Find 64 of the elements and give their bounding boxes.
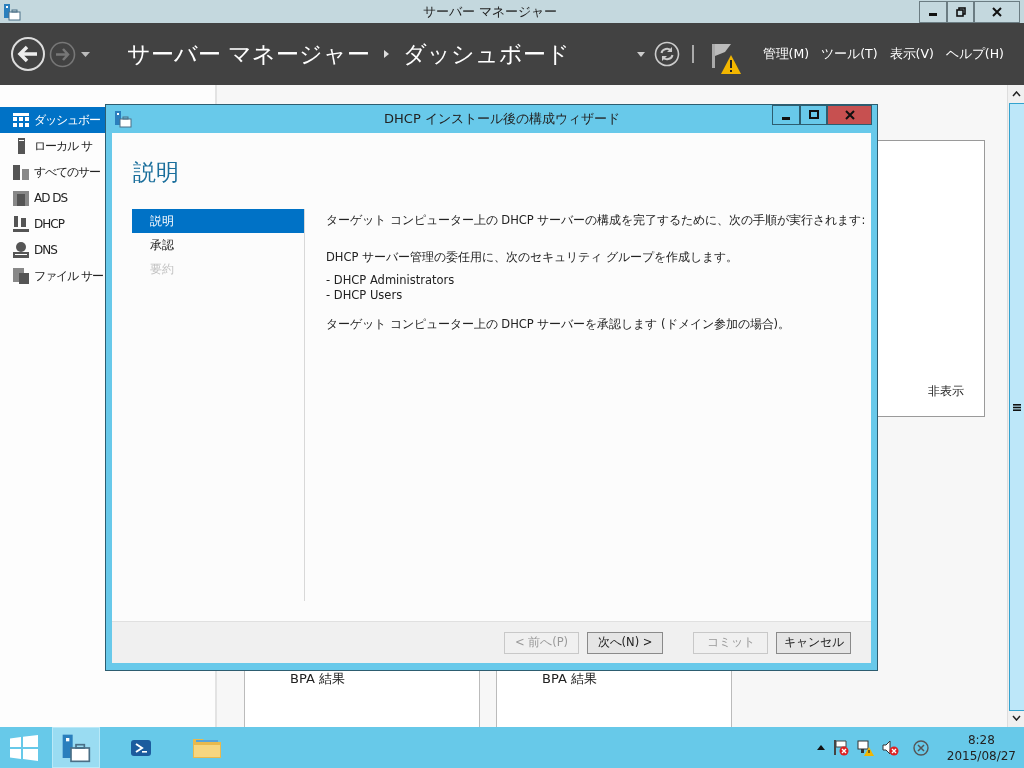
minimize-button[interactable] xyxy=(919,0,947,23)
server-manager-icon xyxy=(114,110,132,128)
sidebar-item[interactable]: AD DS xyxy=(0,185,105,211)
window-title: サーバー マネージャー xyxy=(421,2,559,21)
sidebar-item[interactable]: DHCP xyxy=(0,211,105,237)
scrollbar[interactable] xyxy=(1007,85,1024,727)
dropdown-caret-icon[interactable] xyxy=(636,51,645,57)
show-hidden-icon[interactable] xyxy=(816,745,825,750)
sidebar-item[interactable]: DNS xyxy=(0,237,105,263)
grip-icon xyxy=(1012,403,1021,411)
grid-icon xyxy=(13,112,29,128)
list-item: - DHCP Users xyxy=(326,287,404,303)
breadcrumb-arrow-icon xyxy=(384,50,390,58)
sidebar-item[interactable]: ファイル サー xyxy=(0,263,105,289)
menu-item[interactable]: 管理(M) xyxy=(756,44,816,64)
clock-time: 8:28 xyxy=(967,731,995,748)
taskbar-app[interactable] xyxy=(52,727,100,768)
speaker-muted-icon[interactable] xyxy=(881,739,899,756)
description-text: ターゲット コンピューター上の DHCP サーバーを承認します (ドメイン参加の場合)。 xyxy=(326,315,792,333)
page-heading: 説明 xyxy=(132,158,180,187)
maximize-icon xyxy=(808,110,819,120)
menu-item[interactable]: ツール(T) xyxy=(815,44,884,64)
start-icon[interactable] xyxy=(10,734,38,761)
restore-button[interactable] xyxy=(947,0,974,23)
dropdown-caret-icon[interactable] xyxy=(81,51,90,57)
sidebar-item[interactable]: ダッシュボー xyxy=(0,107,105,133)
scroll-down-icon[interactable] xyxy=(1011,715,1021,721)
close-circle-icon[interactable] xyxy=(912,739,929,756)
sidebar-item[interactable]: ローカル サ xyxy=(0,133,105,159)
description-text: DHCP サーバー管理の委任用に、次のセキュリティ グループを作成します。 xyxy=(326,249,739,267)
server-manager-icon xyxy=(61,732,91,763)
breadcrumb-item: ダッシュボード xyxy=(403,39,571,69)
maximize-button[interactable] xyxy=(800,105,827,125)
back-icon[interactable] xyxy=(10,36,46,72)
refresh-icon[interactable] xyxy=(653,41,680,67)
scroll-up-icon[interactable] xyxy=(1011,91,1021,97)
hide-link[interactable]: 非表示 xyxy=(928,382,964,400)
wizard-step[interactable]: 説明 xyxy=(132,209,304,233)
minimize-button[interactable] xyxy=(772,105,800,125)
terminal-icon xyxy=(131,737,153,758)
list-item: - DHCP Administrators xyxy=(326,272,456,288)
flag-error-icon[interactable] xyxy=(832,739,849,756)
network-warning-icon[interactable] xyxy=(856,739,874,756)
sidebar-item[interactable]: すべてのサー xyxy=(0,159,105,185)
close-icon xyxy=(844,110,855,120)
wizard-button[interactable]: キャンセル xyxy=(776,631,851,654)
clock-date: 2015/08/27 xyxy=(946,747,1016,764)
menu-item[interactable]: 表示(V) xyxy=(883,44,940,64)
tile-heading: BPA 結果 xyxy=(496,668,732,727)
dialog-title: DHCP インストール後の構成ウィザード xyxy=(383,110,621,129)
menu-item[interactable]: ヘルプ(H) xyxy=(939,44,1010,64)
minimize-icon xyxy=(782,116,790,120)
tile-heading: BPA 結果 xyxy=(244,668,480,727)
close-button[interactable] xyxy=(974,0,1020,23)
close-icon xyxy=(992,6,1002,17)
wizard-button[interactable]: 次へ(N) > xyxy=(587,631,663,654)
clock[interactable]: 8:28 2015/08/27 xyxy=(946,731,1016,764)
server-manager-icon xyxy=(3,2,21,21)
notification-flag-icon[interactable] xyxy=(711,41,742,75)
restore-icon xyxy=(955,6,966,17)
description-text: ターゲット コンピューター上の DHCP サーバーの構成を完了するために、次の手順が実行されます: xyxy=(326,212,866,229)
breadcrumb-item[interactable]: サーバー マネージャー xyxy=(127,36,371,72)
wizard-step[interactable]: 承認 xyxy=(132,233,304,257)
minimize-icon xyxy=(929,13,937,16)
